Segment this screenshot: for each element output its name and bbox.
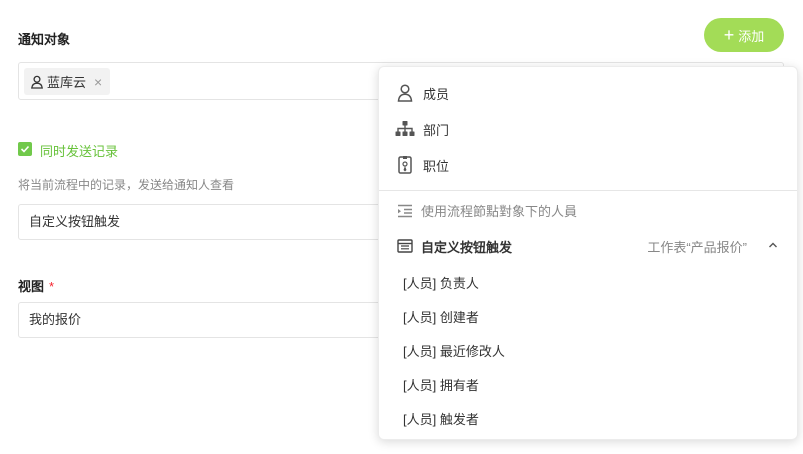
chevron-up-icon[interactable] xyxy=(767,239,779,254)
option-label: 成员 xyxy=(423,86,450,102)
person-icon xyxy=(395,84,415,102)
view-select[interactable]: 我的报价 xyxy=(18,302,418,338)
option-label: 部门 xyxy=(423,122,450,138)
trigger-group-header[interactable]: 自定义按钮触发 工作表“产品报价” xyxy=(395,235,781,257)
send-record-checkbox[interactable] xyxy=(18,142,32,156)
recipient-chip[interactable]: 蓝库云 × xyxy=(24,68,111,95)
check-icon xyxy=(20,145,30,153)
dropdown-option-member[interactable]: 成员 xyxy=(395,81,449,105)
dropdown-option-position[interactable]: 职位 xyxy=(395,153,449,177)
group-item[interactable]: [人员] 触发者 xyxy=(403,409,479,428)
group-item[interactable]: [人员] 最近修改人 xyxy=(403,341,505,360)
indent-list-icon xyxy=(395,204,415,218)
badge-icon xyxy=(395,156,415,174)
add-recipient-dropdown: 成员 部门 职位 使用流程節點對象下的人員 自定义按钮触发 工作表“产品报价” … xyxy=(378,66,798,440)
view-label-text: 视图 xyxy=(18,279,45,294)
dropdown-option-department[interactable]: 部门 xyxy=(395,117,449,141)
remove-chip-icon[interactable]: × xyxy=(94,74,102,90)
option-label: 职位 xyxy=(423,158,450,174)
view-label: 视图 * xyxy=(18,276,54,295)
record-source-select[interactable]: 自定义按钮触发 xyxy=(18,204,418,240)
dropdown-divider xyxy=(379,190,797,191)
list-table-icon xyxy=(395,239,415,253)
workflow-node-label: 使用流程節點對象下的人員 xyxy=(421,204,578,219)
person-icon xyxy=(30,75,44,89)
add-button[interactable]: + 添加 xyxy=(704,18,784,52)
required-mark: * xyxy=(49,279,55,294)
org-chart-icon xyxy=(395,121,415,137)
recipient-chip-label: 蓝库云 xyxy=(47,75,87,90)
group-item[interactable]: [人员] 负责人 xyxy=(403,273,479,292)
notify-target-label: 通知对象 xyxy=(18,32,71,47)
group-item[interactable]: [人员] 创建者 xyxy=(403,307,479,326)
group-item[interactable]: [人员] 拥有者 xyxy=(403,375,479,394)
add-button-label: 添加 xyxy=(738,28,765,44)
group-title: 自定义按钮触发 xyxy=(421,239,513,255)
workflow-node-option[interactable]: 使用流程節點對象下的人員 xyxy=(395,201,577,220)
plus-icon: + xyxy=(723,25,735,45)
send-record-label[interactable]: 同时发送记录 xyxy=(40,141,118,160)
group-source: 工作表“产品报价” xyxy=(647,239,747,255)
send-record-hint: 将当前流程中的记录，发送给通知人查看 xyxy=(18,178,235,192)
